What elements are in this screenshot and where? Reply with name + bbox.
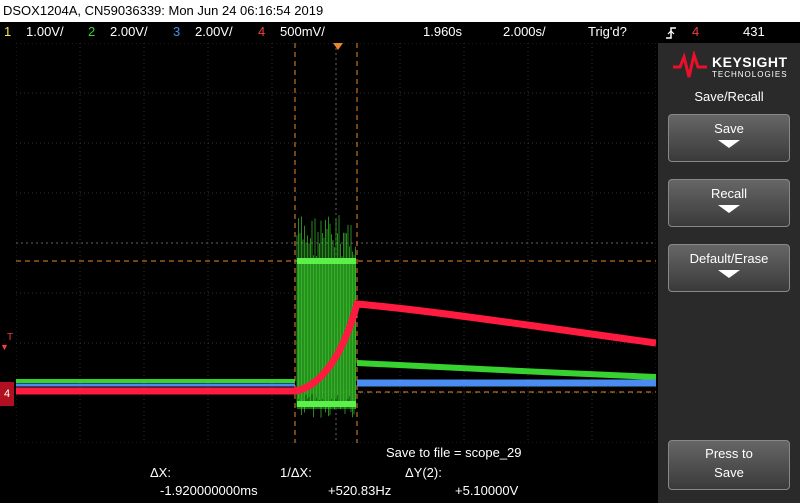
trigger-state: Trig'd? xyxy=(588,24,627,39)
delta-x-label: ΔX: xyxy=(150,465,171,480)
brand-sub: TECHNOLOGIES xyxy=(712,70,788,79)
default-erase-arrow-icon xyxy=(669,270,789,278)
ch2-burst-bottom-band xyxy=(297,401,356,407)
default-erase-label: Default/Erase xyxy=(689,251,769,266)
trigger-source[interactable]: 4 xyxy=(692,22,699,42)
waveform-display[interactable] xyxy=(15,42,657,444)
save-message: Save to file = scope_29 xyxy=(386,445,522,460)
ch3-scale[interactable]: 2.00V/ xyxy=(195,22,233,42)
ch4-ground-arrow-icon: ▼ xyxy=(0,342,9,352)
keysight-wave-icon xyxy=(673,49,707,78)
delta-x-value: -1.920000000ms xyxy=(160,483,258,498)
trigger-level[interactable]: 431 xyxy=(743,22,765,42)
press-save-label: Save xyxy=(714,465,744,480)
keysight-logo: KEYSIGHT TECHNOLOGIES xyxy=(672,49,792,83)
delta-y-value: +5.10000V xyxy=(455,483,519,498)
title-bar: DSOX1204A, CN59036339: Mon Jun 24 06:16:… xyxy=(0,0,800,22)
press-to-save-button[interactable]: Press to Save xyxy=(668,440,790,490)
menu-title: Save/Recall xyxy=(694,89,764,104)
ch2-scale[interactable]: 2.00V/ xyxy=(110,22,148,42)
window-title: DSOX1204A, CN59036339: Mon Jun 24 06:16:… xyxy=(3,3,324,18)
inv-delta-x-label: 1/ΔX: xyxy=(280,465,312,480)
ch1-number[interactable]: 1 xyxy=(4,22,11,42)
ch4-ground-marker[interactable]: 4 xyxy=(0,382,14,406)
trigger-edge-icon xyxy=(664,22,678,42)
recall-button[interactable]: Recall xyxy=(668,179,790,227)
default-erase-button[interactable]: Default/Erase xyxy=(668,244,790,292)
delta-y-label: ΔY(2): xyxy=(405,465,442,480)
ch2-trace-right xyxy=(356,360,657,380)
trigger-position-marker[interactable] xyxy=(333,43,343,50)
ch2-number[interactable]: 2 xyxy=(88,22,95,42)
brand-name: KEYSIGHT xyxy=(712,54,788,70)
timebase-value[interactable]: 2.000s/ xyxy=(503,22,546,42)
save-arrow-icon xyxy=(669,140,789,148)
softkey-panel: KEYSIGHT TECHNOLOGIES Save/Recall Save R… xyxy=(658,43,800,503)
measurement-bar: ΔX: -1.920000000ms 1/ΔX: +520.83Hz ΔY(2)… xyxy=(0,463,658,503)
ch1-scale[interactable]: 1.00V/ xyxy=(26,22,64,42)
press-to-label: Press to xyxy=(705,446,753,461)
recall-arrow-icon xyxy=(669,205,789,213)
message-bar: Save to file = scope_29 xyxy=(0,443,658,463)
save-button-label: Save xyxy=(714,121,744,136)
inv-delta-x-value: +520.83Hz xyxy=(328,483,392,498)
recall-button-label: Recall xyxy=(710,186,748,201)
ch3-number[interactable]: 3 xyxy=(173,22,180,42)
delay-value[interactable]: 1.960s xyxy=(423,22,462,42)
ch4-number[interactable]: 4 xyxy=(258,22,265,42)
waveform-svg xyxy=(15,42,657,444)
ch2-burst-top-band xyxy=(297,258,356,264)
save-button[interactable]: Save xyxy=(668,114,790,162)
ch4-scale[interactable]: 500mV/ xyxy=(280,22,325,42)
status-bar: 1 1.00V/ 2 2.00V/ 3 2.00V/ 4 500mV/ 1.96… xyxy=(0,22,800,42)
